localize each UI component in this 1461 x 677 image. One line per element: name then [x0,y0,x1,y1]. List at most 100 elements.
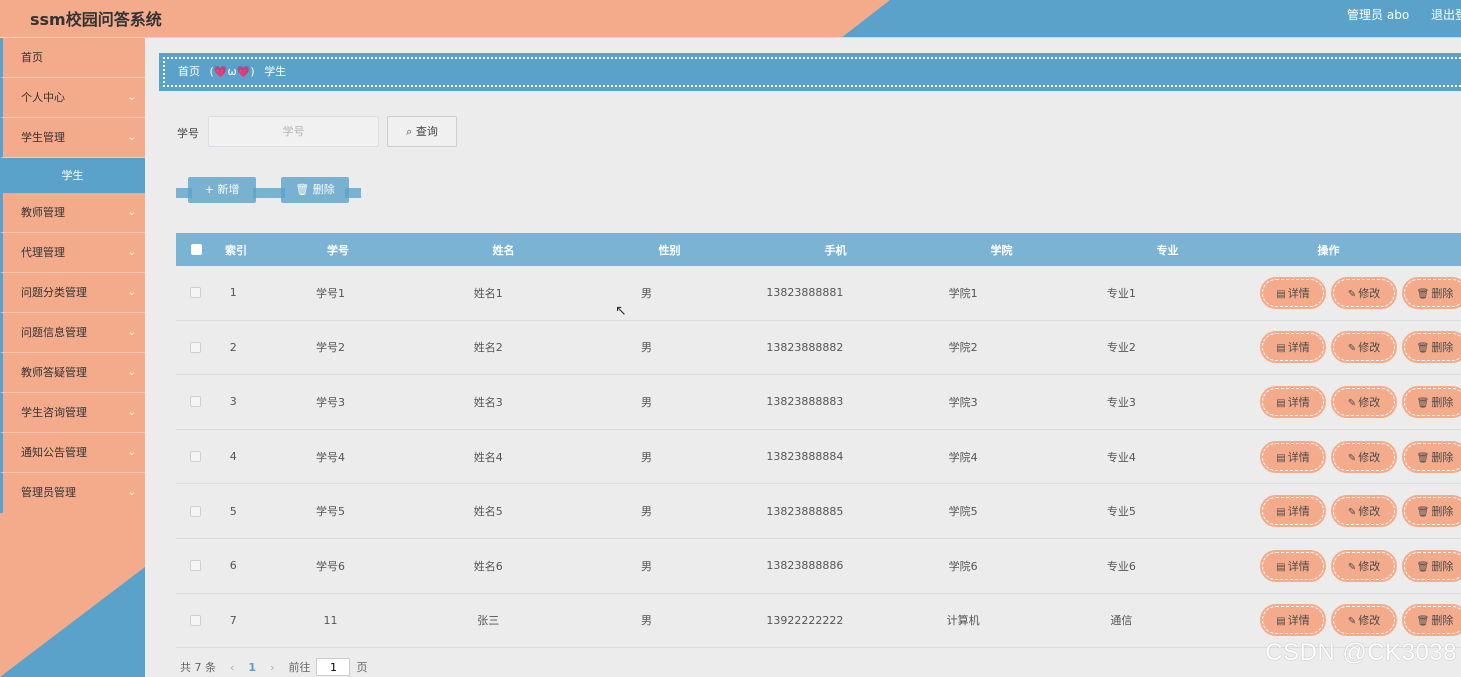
header-student-no: 学号 [327,243,349,257]
delete-button[interactable]: 🗑 删除 [1402,276,1461,309]
sidebar-item-home[interactable]: 首页 [0,38,145,78]
edit-button[interactable]: ✎ 修改 [1331,276,1398,309]
document-icon: ▤ [1276,507,1286,519]
detail-button[interactable]: ▤ 详情 [1260,495,1327,528]
sidebar-item-student-consult[interactable]: 学生咨询管理 ⌄ [0,393,145,433]
row-operations: ▤ 详情 ✎ 修改 🗑 删除 [1201,604,1461,637]
delete-button[interactable]: 🗑 删除 [1402,385,1461,418]
pencil-icon: ✎ [1347,561,1357,573]
sidebar-item-agent-management[interactable]: 代理管理 ⌄ [0,233,145,273]
detail-button[interactable]: ▤ 详情 [1260,385,1327,418]
edit-button[interactable]: ✎ 修改 [1331,549,1398,582]
trash-icon: 🗑 [1416,397,1430,409]
row-checkbox[interactable] [189,451,201,463]
sidebar-subitem-student[interactable]: 学生 [0,158,145,193]
trash-icon: 🗑 [1416,343,1430,355]
chevron-down-icon: ⌄ [127,247,136,258]
header-phone: 手机 [824,243,847,257]
detail-label: 详情 [1287,505,1310,519]
sidebar-item-student-management[interactable]: 学生管理 ⌄ [0,118,145,158]
batch-delete-button[interactable]: 🗑 删除 [281,177,349,203]
delete-button[interactable]: 🗑 删除 [1402,549,1461,582]
student-table: 索引 学号 姓名 性别 手机 学院 专业 操作 1 学号1 姓名1 男 13823888… [176,233,1461,649]
trash-icon: 🗑 [295,183,310,196]
main-content: 首页 (💗ω💗) 学生 学号 ⌕ 查询 + 新增 🗑 删除 索引 学号 姓名 性… [145,38,1461,677]
sidebar-item-admin-management[interactable]: 管理员管理 ⌄ [0,473,145,513]
cell-index: 7 [229,613,237,627]
edit-button[interactable]: ✎ 修改 [1331,495,1398,528]
header-sex: 性别 [658,243,681,257]
sidebar-item-label: 管理员管理 [21,486,76,499]
cell-student-no: 学号2 [315,341,345,355]
app-title: ssm校园问答系统 [30,10,162,29]
row-operations: ▤ 详情 ✎ 修改 🗑 删除 [1201,276,1461,309]
detail-button[interactable]: ▤ 详情 [1260,331,1327,364]
detail-label: 详情 [1287,395,1310,409]
prev-page-icon[interactable]: ‹ [230,661,234,674]
cell-student-no: 学号1 [315,286,345,300]
edit-label: 修改 [1358,614,1381,628]
delete-button[interactable]: 🗑 删除 [1402,604,1461,637]
document-icon: ▤ [1276,561,1286,573]
row-checkbox[interactable] [189,560,201,572]
search-button[interactable]: ⌕ 查询 [387,116,457,147]
next-page-icon[interactable]: › [270,661,274,674]
sidebar-item-label: 教师管理 [21,206,65,219]
cell-student-no: 学号4 [315,450,345,464]
row-checkbox[interactable] [189,396,201,408]
chevron-down-icon: ⌄ [127,327,136,338]
page-number-current[interactable]: 1 [248,661,256,674]
add-button[interactable]: + 新增 [188,177,256,203]
breadcrumb-home[interactable]: 首页 [178,65,200,78]
edit-label: 修改 [1358,450,1381,464]
detail-button[interactable]: ▤ 详情 [1260,604,1327,637]
detail-label: 详情 [1287,450,1310,464]
pencil-icon: ✎ [1347,397,1357,409]
cell-name: 姓名1 [473,286,503,300]
watermark: CSDN @CK3038 [1265,639,1457,666]
sidebar-item-notices[interactable]: 通知公告管理 ⌄ [0,433,145,473]
sidebar-item-teacher-management[interactable]: 教师管理 ⌄ [0,193,145,233]
chevron-down-icon: ⌄ [127,447,136,458]
trash-icon: 🗑 [1416,507,1430,519]
cell-phone: 13823888885 [766,504,844,518]
cell-student-no: 学号5 [315,505,345,519]
row-checkbox[interactable] [189,505,201,517]
row-checkbox[interactable] [189,287,201,299]
edit-button[interactable]: ✎ 修改 [1331,440,1398,473]
edit-button[interactable]: ✎ 修改 [1331,385,1398,418]
row-checkbox[interactable] [189,341,201,353]
chevron-down-icon: ⌄ [127,132,136,143]
table-body: 1 学号1 姓名1 男 13823888881 学院1 专业1 ▤ 详情 ✎ 修改 🗑 删除 2学… [176,266,1461,649]
cell-major: 专业6 [1106,559,1136,573]
cell-student-no: 学号3 [315,395,345,409]
trash-icon: 🗑 [1416,561,1430,573]
logout-link[interactable]: 退出登录 [1431,6,1461,23]
row-operations: ▤ 详情 ✎ 修改 🗑 删除 [1201,440,1461,473]
cell-college: 学院2 [948,341,978,355]
sidebar-item-question-info[interactable]: 问题信息管理 ⌄ [0,313,145,353]
delete-button[interactable]: 🗑 删除 [1402,440,1461,473]
delete-button[interactable]: 🗑 删除 [1402,495,1461,528]
sidebar-item-personal-center[interactable]: 个人中心 ⌄ [0,78,145,118]
row-operations: ▤ 详情 ✎ 修改 🗑 删除 [1201,331,1461,364]
sidebar-item-label: 通知公告管理 [21,446,87,459]
row-checkbox[interactable] [189,614,201,626]
chevron-down-icon: ⌄ [127,367,136,378]
goto-page-input[interactable] [316,658,351,676]
sidebar-item-teacher-answers[interactable]: 教师答疑管理 ⌄ [0,353,145,393]
edit-label: 修改 [1358,341,1381,355]
detail-button[interactable]: ▤ 详情 [1260,276,1327,309]
header-user-area: 管理员 abo 退出登录 [1347,6,1461,23]
search-input[interactable] [208,116,379,147]
select-all-checkbox[interactable] [190,244,202,255]
delete-button[interactable]: 🗑 删除 [1402,331,1461,364]
pagination: 共 7 条 ‹ 1 › 前往 页 [180,658,367,676]
edit-button[interactable]: ✎ 修改 [1331,604,1398,637]
sidebar-item-question-category[interactable]: 问题分类管理 ⌄ [0,273,145,313]
detail-button[interactable]: ▤ 详情 [1260,549,1327,582]
table-header: 索引 学号 姓名 性别 手机 学院 专业 操作 [176,233,1461,266]
detail-button[interactable]: ▤ 详情 [1260,440,1327,473]
delete-label: 删除 [1431,614,1454,628]
edit-button[interactable]: ✎ 修改 [1331,331,1398,364]
